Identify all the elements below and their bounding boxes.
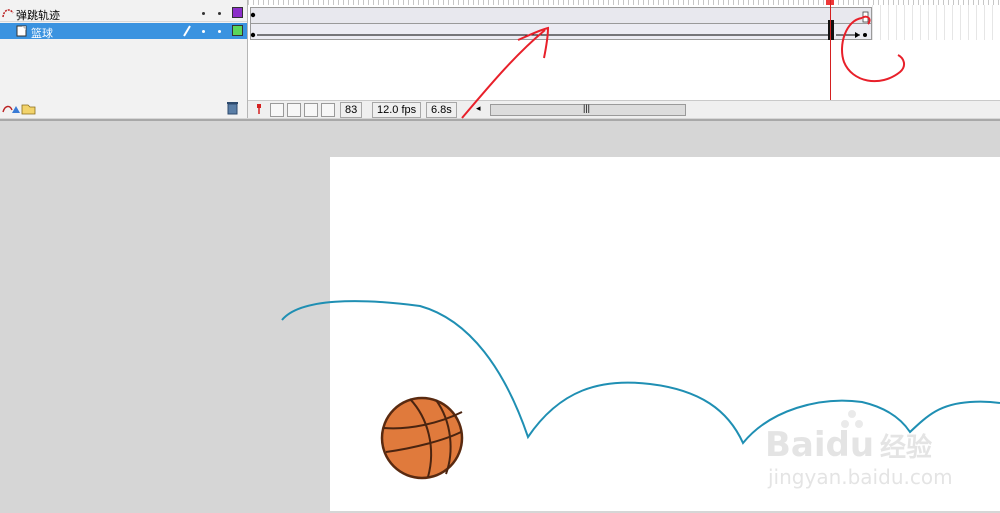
- baidu-watermark: Baidu 经验 jingyan.baidu.com: [765, 410, 953, 489]
- basketball[interactable]: [380, 396, 464, 480]
- watermark-suffix: 经验: [880, 432, 932, 463]
- watermark-url: jingyan.baidu.com: [767, 465, 953, 489]
- annotation-arrow: [461, 26, 550, 119]
- watermark-brand: Baidu: [765, 425, 874, 465]
- annotation-circle: [841, 15, 906, 82]
- scene-overlay: Baidu 经验 jingyan.baidu.com: [281, 15, 1000, 489]
